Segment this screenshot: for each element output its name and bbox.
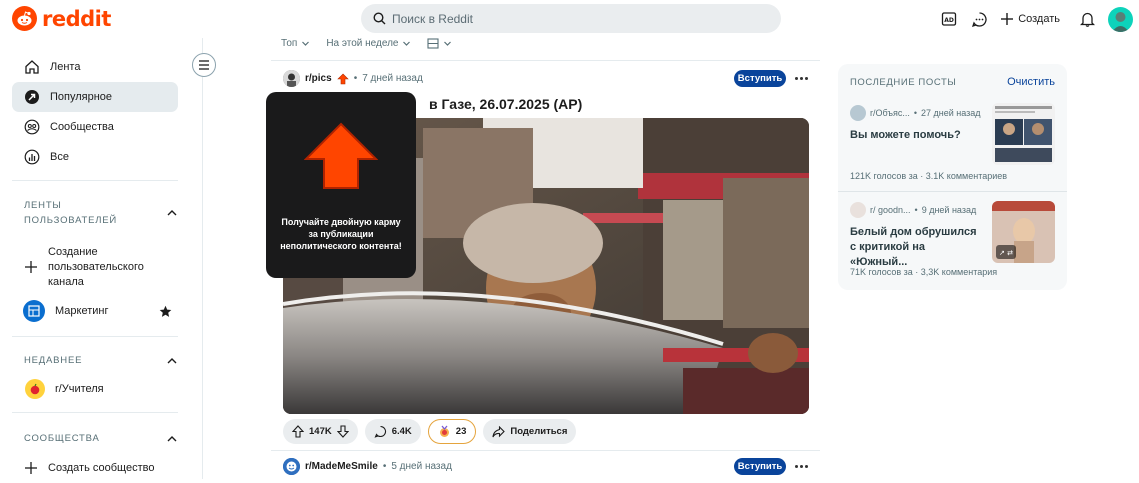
post-time: 5 дней назад [391, 461, 452, 472]
post-actions: 147K 6.4K 23 Поделиться [283, 419, 577, 444]
up-arrow-icon [304, 122, 378, 189]
sidebar-divider [12, 180, 178, 181]
svg-text:AD: AD [944, 17, 954, 24]
join-button[interactable]: Вступить [734, 458, 786, 475]
view-mode-dropdown[interactable] [427, 38, 452, 49]
search-icon [373, 12, 386, 25]
karma-tooltip: Получайте двойную карму за публикации не… [266, 92, 416, 278]
dot-separator: • [353, 73, 358, 84]
custom-feeds-heading[interactable]: ЛЕНТЫ ПОЛЬЗОВАТЕЛЕЙ [24, 198, 178, 228]
dot-separator: • [382, 461, 387, 472]
user-avatar[interactable] [1108, 6, 1133, 32]
collapse-sidebar-button[interactable] [192, 53, 216, 77]
nav-item-home[interactable]: Лента [12, 52, 178, 82]
post-meta: r/MadeMeSmile • 5 дней назад [283, 458, 452, 475]
bell-icon[interactable] [1072, 6, 1102, 32]
post-time: 7 дней назад [362, 73, 423, 84]
chevron-up-icon [167, 435, 177, 441]
recent-post-stats: 121K голосов за · 3.1K комментариев [850, 171, 1008, 181]
communities-icon [24, 119, 40, 135]
reddit-wordmark: reddit [42, 6, 111, 31]
subreddit-avatar[interactable] [283, 70, 300, 87]
subreddit-name[interactable]: r/MadeMeSmile [305, 461, 378, 472]
vote-control: 147K [283, 419, 358, 444]
reddit-snoo-icon [12, 6, 37, 31]
chat-icon[interactable] [964, 6, 994, 32]
time-range-dropdown[interactable]: На этой неделе [326, 38, 411, 49]
subreddit-avatar [850, 105, 866, 121]
chevron-down-icon [302, 41, 310, 46]
tooltip-text: Получайте двойную карму за публикации не… [280, 217, 402, 251]
plus-icon [25, 462, 37, 474]
share-button[interactable]: Поделиться [483, 419, 577, 444]
more-options-icon[interactable] [792, 458, 810, 475]
chevron-down-icon [403, 41, 411, 46]
recent-post-thumbnail[interactable]: ↗ ⇄ [992, 201, 1055, 263]
feed-divider [271, 450, 820, 451]
all-icon [24, 149, 40, 165]
recent-post-title[interactable]: Белый дом обрушился с критикой на «Южный… [850, 225, 984, 270]
create-label: Создать [1018, 13, 1060, 25]
sort-dropdown[interactable]: Топ [281, 38, 310, 49]
popular-icon [25, 90, 39, 104]
chevron-up-icon [167, 210, 177, 216]
comments-button[interactable]: 6.4K [364, 419, 421, 444]
card-view-icon [427, 38, 440, 49]
chevron-up-icon [167, 357, 177, 363]
menu-icon [199, 60, 209, 70]
upvote-icon[interactable] [292, 425, 304, 438]
star-icon[interactable] [159, 305, 172, 318]
marketing-feed-icon [23, 300, 45, 322]
sidebar-item-marketing[interactable]: Маркетинг [12, 296, 178, 326]
svg-text:↗ ⇄: ↗ ⇄ [999, 249, 1013, 257]
subreddit-avatar [850, 202, 866, 218]
recent-heading[interactable]: НЕДАВНЕЕ [24, 353, 178, 368]
downvote-icon[interactable] [336, 425, 349, 438]
recent-post-title[interactable]: Вы можете помочь? [850, 128, 984, 143]
sort-bar: Топ На этой неделе [281, 38, 452, 49]
sidebar-divider [12, 336, 178, 337]
join-button[interactable]: Вступить [734, 70, 786, 87]
nav-item-communities[interactable]: Сообщества [12, 112, 178, 142]
award-button[interactable]: 23 [427, 419, 477, 444]
plus-icon [25, 261, 37, 273]
vote-count: 147K [309, 426, 332, 437]
home-icon [25, 60, 39, 74]
share-icon [492, 425, 506, 437]
ad-icon[interactable]: AD [934, 6, 964, 32]
header-actions: AD Создать [934, 6, 1133, 32]
recent-post-item[interactable]: r/ goodn... • 9 дней назад Белый дом обр… [838, 192, 1067, 287]
comment-icon [374, 425, 386, 438]
nav-item-all[interactable]: Все [12, 142, 178, 172]
apple-icon [25, 379, 45, 399]
create-custom-feed-item[interactable]: Создание пользовательского канала [12, 242, 178, 292]
recent-post-thumbnail[interactable] [992, 103, 1055, 165]
top-header: reddit AD Создать [0, 0, 1139, 38]
award-icon [439, 425, 449, 437]
feed-divider [271, 60, 820, 61]
post-title[interactable]: в Газе, 26.07.2025 (AP) [429, 96, 582, 112]
plus-icon [1001, 13, 1014, 25]
chevron-down-icon [444, 41, 452, 46]
subreddit-name[interactable]: r/pics [305, 73, 332, 84]
search-bar[interactable] [361, 4, 781, 33]
more-options-icon[interactable] [792, 70, 810, 87]
create-post-button[interactable]: Создать [994, 6, 1066, 32]
recent-post-item[interactable]: r/Объяс... • 27 дней назад Вы можете пом… [838, 64, 1067, 189]
subreddit-avatar[interactable] [283, 458, 300, 475]
nav-item-popular[interactable]: Популярное [12, 82, 178, 112]
communities-heading[interactable]: СООБЩЕСТВА [24, 431, 178, 446]
search-input[interactable] [392, 11, 752, 26]
post-meta: r/pics • 7 дней назад [283, 70, 423, 87]
recent-post-stats: 71K голосов за · 3,3K комментария [850, 267, 998, 277]
left-sidebar: Лента Популярное Сообщества Все ЛЕНТЫ ПОЛ… [0, 38, 203, 479]
karma-arrow-icon[interactable] [336, 73, 349, 85]
sidebar-divider [12, 412, 178, 413]
reddit-logo[interactable]: reddit [12, 6, 111, 31]
sidebar-item-teachers[interactable]: r/Учителя [12, 374, 178, 404]
recent-posts-panel: ПОСЛЕДНИЕ ПОСТЫ Очистить r/Объяс... • 27… [838, 64, 1067, 290]
